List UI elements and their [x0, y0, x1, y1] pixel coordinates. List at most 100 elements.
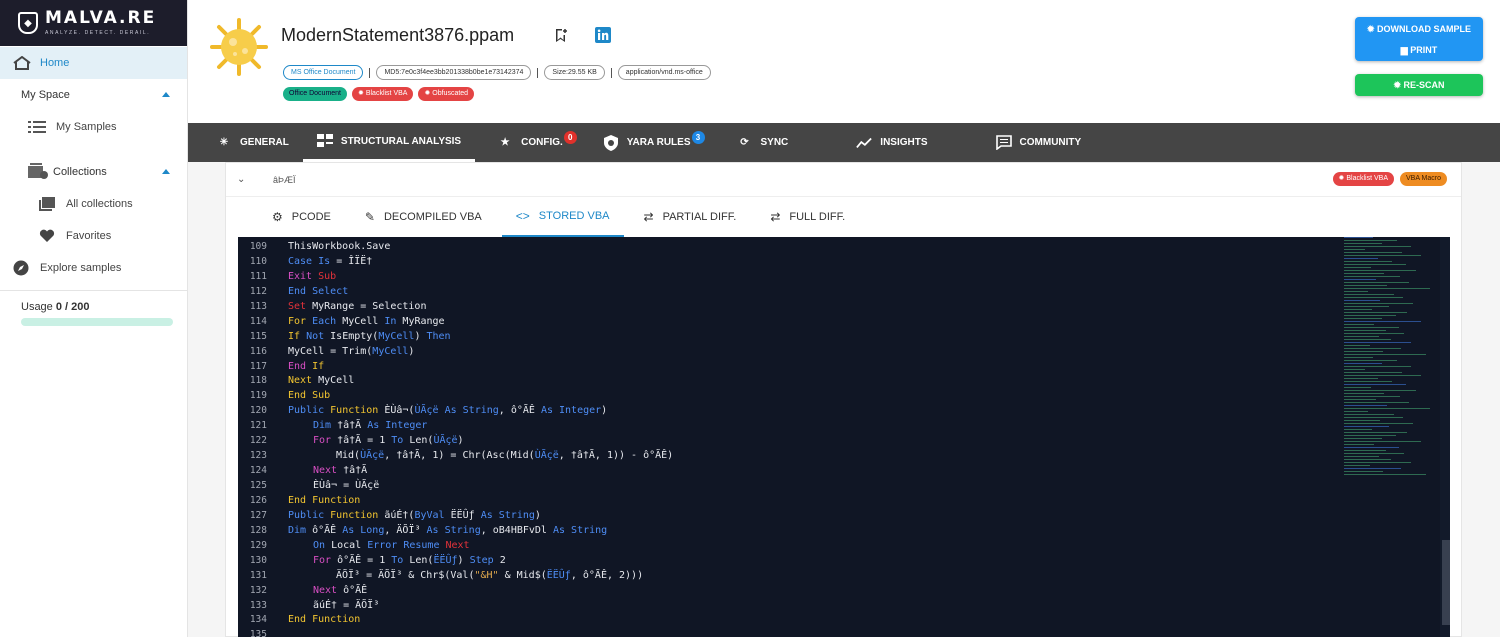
- sidebar-item-label: Favorites: [66, 230, 112, 242]
- code-line: For Each MyCell In MyRange: [288, 315, 445, 327]
- tag-office-document[interactable]: Office Document: [283, 87, 348, 101]
- divider: [0, 290, 187, 291]
- minimap-line: [1344, 351, 1384, 352]
- minimap-line: [1344, 333, 1405, 334]
- minimap-line: [1344, 390, 1416, 391]
- tab-pcode[interactable]: ⚙ PCODE: [258, 197, 345, 237]
- line-number: 111: [249, 270, 267, 282]
- minimap-line: [1344, 357, 1373, 358]
- structure-icon: [316, 133, 333, 149]
- minimap-line: [1344, 405, 1388, 406]
- line-number: 128: [249, 524, 267, 536]
- print-button[interactable]: ▆ PRINT: [1355, 45, 1483, 56]
- rescan-button[interactable]: ✹ RE-SCAN: [1355, 74, 1483, 96]
- minimap-line: [1344, 474, 1426, 475]
- minimap-line: [1344, 411, 1368, 412]
- tab-insights[interactable]: INSIGHTS: [842, 123, 941, 162]
- minimap-line: [1344, 348, 1401, 349]
- minimap-line: [1344, 291, 1368, 292]
- logo[interactable]: ◆ MALVA.RE ANALYZE. DETECT. DERAIL.: [0, 0, 187, 46]
- sidebar-item-label: My Space: [21, 89, 70, 101]
- code-minimap[interactable]: [1344, 237, 1440, 497]
- sidebar-item-label: Explore samples: [40, 262, 122, 274]
- minimap-line: [1344, 441, 1421, 442]
- minimap-line: [1344, 384, 1407, 385]
- tab-yara-rules[interactable]: YARA RULES 3: [589, 123, 705, 162]
- heart-icon: [38, 229, 56, 243]
- sample-header: ModernStatement3876.ppam MS Office Docum…: [188, 0, 1500, 123]
- file-name-title: ModernStatement3876.ppam: [281, 25, 515, 45]
- minimap-line: [1344, 471, 1384, 472]
- minimap-line: [1344, 465, 1370, 466]
- sidebar-item-home[interactable]: Home: [0, 47, 187, 79]
- code-line: If Not IsEmpty(MyCell) Then: [288, 330, 451, 342]
- sidebar-item-collections[interactable]: Collections: [0, 156, 187, 188]
- tab-decompiled-vba[interactable]: ✎ DECOMPILED VBA: [351, 197, 496, 237]
- code-line: ÄÕÏ³ = ÄÕÏ³ & Chr$(Val("&H" & Mid$(ËËÛƒ,…: [336, 569, 644, 581]
- sidebar-item-all-collections[interactable]: All collections: [0, 188, 187, 220]
- minimap-line: [1344, 429, 1372, 430]
- code-line: Next †â†Ã: [313, 465, 368, 477]
- line-number: 116: [249, 345, 267, 357]
- tab-general[interactable]: ✳ GENERAL: [188, 123, 303, 162]
- minimap-line: [1344, 420, 1381, 421]
- tag-obfuscated[interactable]: ✹ Obfuscated: [418, 87, 475, 101]
- sidebar-item-favorites[interactable]: Favorites: [0, 220, 187, 252]
- module-header[interactable]: ⌄ âÞÆÏ ✹ Blacklist VBA VBA Macro: [226, 163, 1461, 197]
- linkedin-icon[interactable]: [595, 27, 611, 43]
- bookmark-add-icon[interactable]: [553, 27, 569, 43]
- minimap-line: [1344, 336, 1379, 337]
- tag-blacklist-vba[interactable]: ✹ Blacklist VBA: [352, 87, 414, 101]
- pcode-icon: ⚙: [272, 210, 283, 224]
- minimap-line: [1344, 297, 1403, 298]
- code-line: Next MyCell: [288, 375, 355, 387]
- minimap-line: [1344, 444, 1374, 445]
- minimap-line: [1344, 375, 1421, 376]
- chevron-down-icon[interactable]: ⌄: [237, 174, 247, 185]
- code-line: Exit Sub: [288, 270, 337, 282]
- minimap-line: [1344, 264, 1407, 265]
- tab-community[interactable]: COMMUNITY: [982, 123, 1096, 162]
- minimap-line: [1344, 273, 1385, 274]
- file-type-chip[interactable]: MS Office Document: [283, 65, 364, 80]
- tag-blacklist-vba[interactable]: ✹ Blacklist VBA: [1332, 172, 1394, 186]
- minimap-line: [1344, 363, 1383, 364]
- sidebar-item-label: My Samples: [56, 121, 117, 133]
- minimap-line: [1344, 255, 1421, 256]
- tab-config[interactable]: ★ CONFIG. 0: [475, 123, 577, 162]
- gallery-icon: [38, 197, 56, 211]
- minimap-line: [1344, 393, 1385, 394]
- tab-partial-diff[interactable]: ⇄ PARTIAL DIFF.: [630, 197, 751, 237]
- logo-text: MALVA.RE: [45, 8, 157, 28]
- minimap-line: [1344, 468, 1401, 469]
- usage-label: Usage 0 / 200: [21, 301, 90, 313]
- minimap-line: [1344, 387, 1371, 388]
- code-editor[interactable]: 109 110 111 112 113 114 115 116 117 118 119 120 121 1…: [238, 237, 1450, 637]
- tag-vba-macro[interactable]: VBA Macro: [1399, 172, 1447, 186]
- minimap-line: [1344, 240, 1397, 241]
- line-number-gutter: 109 110 111 112 113 114 115 116 117 118 119 120 121 1…: [238, 240, 276, 637]
- home-icon: [13, 56, 31, 70]
- tab-stored-vba[interactable]: <> STORED VBA: [501, 197, 624, 237]
- sidebar-item-my-space[interactable]: My Space: [0, 79, 187, 111]
- minimap-line: [1344, 342, 1412, 343]
- minimap-line: [1344, 438, 1383, 439]
- code-content[interactable]: ThisWorkbook.Save Case Is = ÎÏË† Exit Su…: [288, 240, 673, 637]
- tab-sync[interactable]: ⟳ SYNC: [717, 123, 803, 162]
- tab-structural-analysis[interactable]: STRUCTURAL ANALYSIS: [302, 123, 476, 162]
- download-sample-button[interactable]: ✹ DOWNLOAD SAMPLE: [1355, 24, 1483, 35]
- code-view-tabs: ⚙ PCODE ✎ DECOMPILED VBA <> STORED VBA ⇄ PAR…: [226, 197, 1461, 237]
- sample-info-chips: MS Office Document MD5:7e0c3f4ee3bb20133…: [283, 65, 711, 80]
- code-icon: <>: [515, 209, 530, 223]
- md5-chip[interactable]: MD5:7e0c3f4ee3bb201338b0be1e73142374: [376, 65, 532, 80]
- asterisk-icon: ✳: [219, 137, 229, 148]
- line-number: 120: [249, 405, 267, 417]
- line-number: 118: [249, 375, 267, 387]
- sidebar-item-explore[interactable]: Explore samples: [0, 252, 187, 284]
- minimap-line: [1344, 243, 1383, 244]
- code-line: End Function: [288, 614, 361, 626]
- scrollbar-thumb[interactable]: [1442, 540, 1450, 625]
- insights-icon: [856, 135, 873, 151]
- tab-full-diff[interactable]: ⇄ FULL DIFF.: [756, 197, 859, 237]
- sidebar-item-my-samples[interactable]: My Samples: [0, 111, 187, 143]
